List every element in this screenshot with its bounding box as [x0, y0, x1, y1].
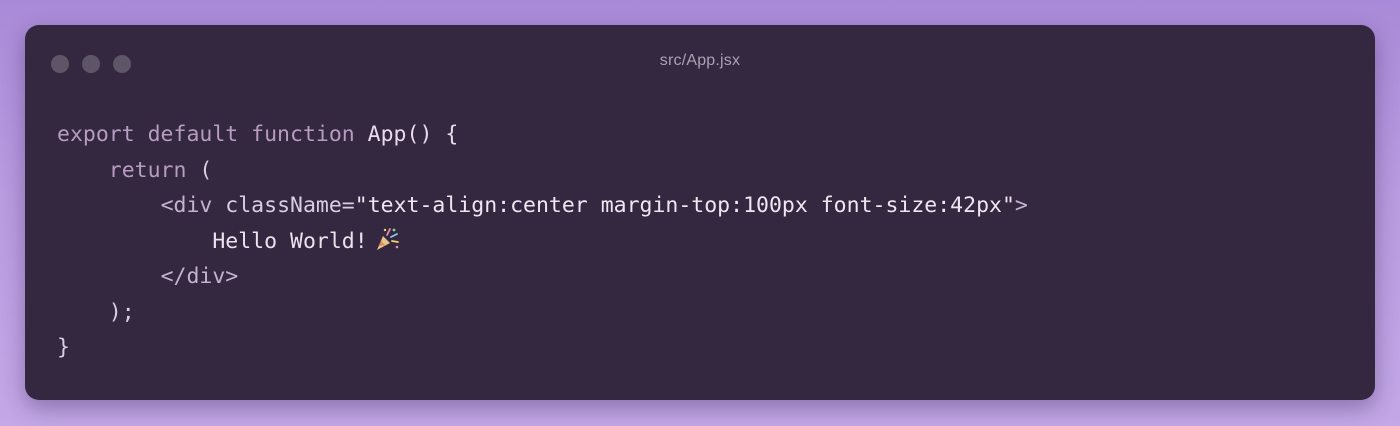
code-token: ( — [199, 157, 213, 183]
code-token: App() { — [367, 122, 459, 147]
code-line: <div className="text-align:center margin… — [57, 188, 1028, 224]
code-token: className= — [225, 193, 355, 218]
code-line: </div> — [57, 259, 1028, 295]
code-line: ); — [57, 295, 1028, 331]
code-token: } — [57, 335, 70, 360]
code-line: return ( — [57, 153, 1028, 189]
code-token: > — [1014, 193, 1028, 218]
code-window: src/App.jsx export default function App(… — [25, 25, 1375, 400]
code-line: Hello World! — [57, 224, 1028, 260]
window-titlebar: src/App.jsx — [25, 25, 1375, 101]
code-token: ); — [108, 299, 135, 325]
code-token: export default function — [57, 122, 368, 147]
code-token: </div> — [160, 264, 239, 289]
party-popper-icon — [376, 227, 399, 250]
code-token: Hello World! — [212, 228, 368, 254]
code-token: return — [108, 157, 200, 183]
window-title: src/App.jsx — [659, 52, 741, 69]
code-line: export default function App() { — [57, 117, 1028, 153]
code-line: } — [57, 330, 1028, 366]
code-token: <div — [160, 193, 226, 218]
code-token: "text-align:center margin-top:100px font… — [354, 193, 1015, 218]
code-block: export default function App() { return (… — [57, 117, 1028, 366]
